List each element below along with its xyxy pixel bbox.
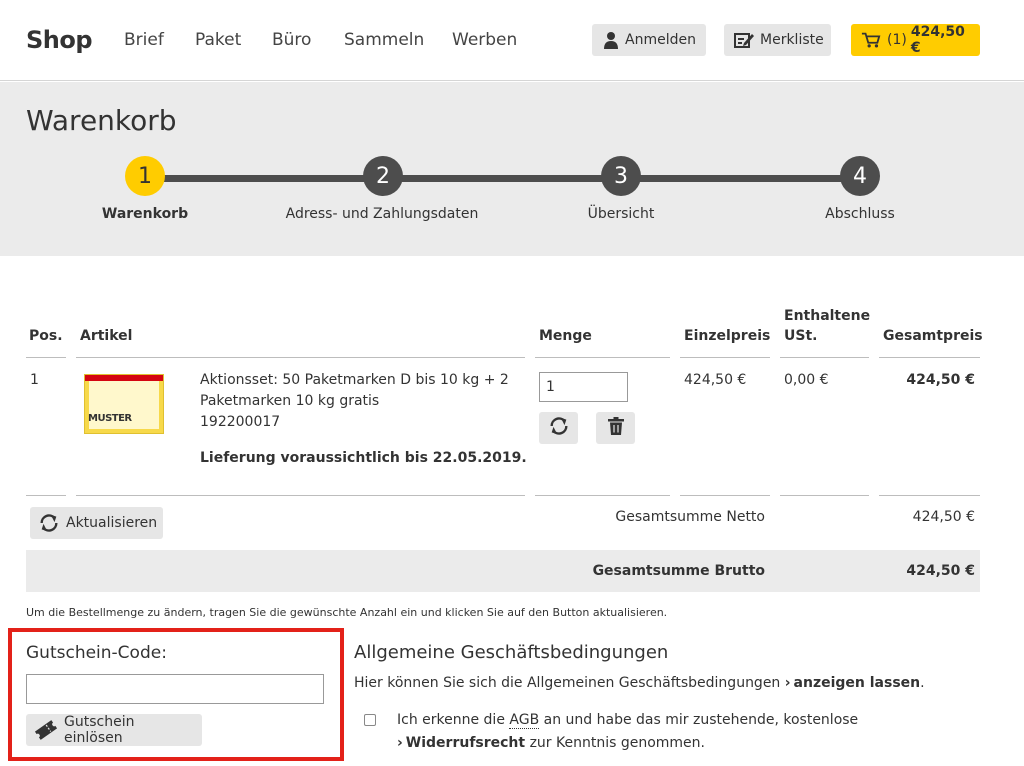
cart-icon bbox=[861, 30, 881, 50]
divider bbox=[879, 495, 980, 496]
trash-icon bbox=[607, 417, 624, 439]
redeem-voucher-button[interactable]: Gutschein einlösen bbox=[26, 714, 202, 746]
show-terms-link-label: anzeigen lassen bbox=[793, 675, 921, 691]
nav-item-brief[interactable]: Brief bbox=[124, 30, 164, 50]
col-header-unit-price: Einzelpreis bbox=[684, 328, 771, 344]
step-4-circle[interactable]: 4 bbox=[840, 156, 880, 196]
accept-terms-text-1: Ich erkenne die bbox=[397, 712, 505, 728]
unit-price: 424,50 € bbox=[684, 372, 747, 388]
divider bbox=[680, 357, 770, 358]
divider bbox=[535, 357, 670, 358]
user-icon bbox=[602, 30, 619, 50]
voucher-title: Gutschein-Code: bbox=[26, 643, 167, 663]
quantity-input[interactable] bbox=[539, 372, 628, 402]
terms-text-end: . bbox=[920, 675, 925, 691]
withdrawal-right-link[interactable]: › Widerrufsrecht bbox=[397, 735, 525, 751]
article-title-line2: Paketmarken 10 kg gratis bbox=[200, 393, 380, 409]
divider bbox=[780, 495, 869, 496]
net-total-label: Gesamtsumme Netto bbox=[615, 509, 765, 525]
update-cart-button[interactable]: Aktualisieren bbox=[30, 507, 163, 539]
article-number: 192200017 bbox=[200, 414, 281, 430]
nav-item-sammeln[interactable]: Sammeln bbox=[344, 30, 424, 50]
delete-item-button[interactable] bbox=[596, 412, 635, 444]
terms-text: Hier können Sie sich die Allgemeinen Ges… bbox=[354, 675, 925, 691]
nav-item-buero[interactable]: Büro bbox=[272, 30, 311, 50]
nav-item-paket[interactable]: Paket bbox=[195, 30, 241, 50]
delivery-estimate: Lieferung voraussichtlich bis 22.05.2019… bbox=[200, 450, 527, 466]
withdrawal-right-link-label: Widerrufsrecht bbox=[405, 735, 526, 751]
cart-button[interactable]: (1) 424,50 € bbox=[851, 24, 980, 56]
refresh-icon bbox=[38, 512, 60, 534]
gross-total-label: Gesamtsumme Brutto bbox=[592, 563, 765, 579]
divider bbox=[26, 495, 66, 496]
step-3-label: Übersicht bbox=[587, 206, 655, 222]
watchlist-label: Merkliste bbox=[760, 32, 824, 48]
gross-total-row bbox=[26, 550, 980, 592]
agb-abbreviation: AGB bbox=[509, 712, 540, 729]
col-header-pos: Pos. bbox=[29, 328, 63, 344]
header: Shop Brief Paket Büro Sammeln Werben Anm… bbox=[0, 0, 1024, 81]
cart-count: (1) bbox=[887, 32, 907, 48]
row-pos: 1 bbox=[30, 372, 39, 388]
net-total-value: 424,50 € bbox=[912, 509, 975, 525]
login-label: Anmelden bbox=[625, 32, 696, 48]
step-3-circle[interactable]: 3 bbox=[601, 156, 641, 196]
step-2-circle[interactable]: 2 bbox=[363, 156, 403, 196]
divider bbox=[76, 357, 525, 358]
divider bbox=[26, 357, 66, 358]
accept-terms-text-3: zur Kenntnis genommen. bbox=[529, 735, 705, 751]
col-header-vat-line2: USt. bbox=[784, 328, 818, 344]
step-2-label: Adress- und Zahlungsdaten bbox=[285, 206, 479, 222]
accept-terms-checkbox[interactable] bbox=[364, 714, 376, 726]
vat-amount: 0,00 € bbox=[784, 372, 829, 388]
ticket-icon bbox=[34, 720, 58, 740]
thumbnail-watermark: MUSTER bbox=[88, 413, 132, 424]
divider bbox=[535, 495, 670, 496]
article-title-line1: Aktionsset: 50 Paketmarken D bis 10 kg +… bbox=[200, 372, 509, 388]
row-total: 424,50 € bbox=[906, 372, 975, 388]
edit-list-icon bbox=[734, 30, 754, 50]
login-button[interactable]: Anmelden bbox=[592, 24, 706, 56]
voucher-code-input[interactable] bbox=[26, 674, 324, 704]
col-header-quantity: Menge bbox=[539, 328, 592, 344]
divider bbox=[76, 495, 525, 496]
step-1-circle[interactable]: 1 bbox=[125, 156, 165, 196]
divider bbox=[780, 357, 869, 358]
terms-intro: Hier können Sie sich die Allgemeinen Ges… bbox=[354, 675, 781, 691]
step-1-label: Warenkorb bbox=[101, 206, 189, 222]
gross-total-value: 424,50 € bbox=[906, 563, 975, 579]
show-terms-link[interactable]: › anzeigen lassen bbox=[785, 675, 920, 691]
divider bbox=[879, 357, 980, 358]
accept-terms-label: Ich erkenne die AGB an und habe das mir … bbox=[397, 709, 977, 755]
col-header-total: Gesamtpreis bbox=[883, 328, 983, 344]
accept-terms-text-2: an und habe das mir zustehende, kostenlo… bbox=[543, 712, 859, 728]
shop-logo[interactable]: Shop bbox=[26, 26, 93, 54]
quantity-hint: Um die Bestellmenge zu ändern, tragen Si… bbox=[26, 606, 668, 619]
terms-title: Allgemeine Geschäftsbedingungen bbox=[354, 642, 669, 663]
divider bbox=[680, 495, 770, 496]
product-thumbnail[interactable]: MUSTER bbox=[84, 374, 164, 434]
checkout-progress: Warenkorb 1 2 3 4 Warenkorb Adress- und … bbox=[0, 82, 1024, 256]
update-cart-label: Aktualisieren bbox=[66, 515, 158, 531]
watchlist-button[interactable]: Merkliste bbox=[724, 24, 831, 56]
cart-total: 424,50 € bbox=[910, 24, 965, 56]
redeem-voucher-label: Gutschein einlösen bbox=[64, 714, 135, 746]
page-title: Warenkorb bbox=[26, 104, 177, 137]
refresh-icon bbox=[548, 415, 570, 441]
col-header-vat-line1: Enthaltene bbox=[784, 308, 871, 324]
nav-item-werben[interactable]: Werben bbox=[452, 30, 517, 50]
progress-line bbox=[145, 175, 860, 182]
col-header-article: Artikel bbox=[80, 328, 133, 344]
refresh-quantity-button[interactable] bbox=[539, 412, 578, 444]
step-4-label: Abschluss bbox=[825, 206, 895, 222]
